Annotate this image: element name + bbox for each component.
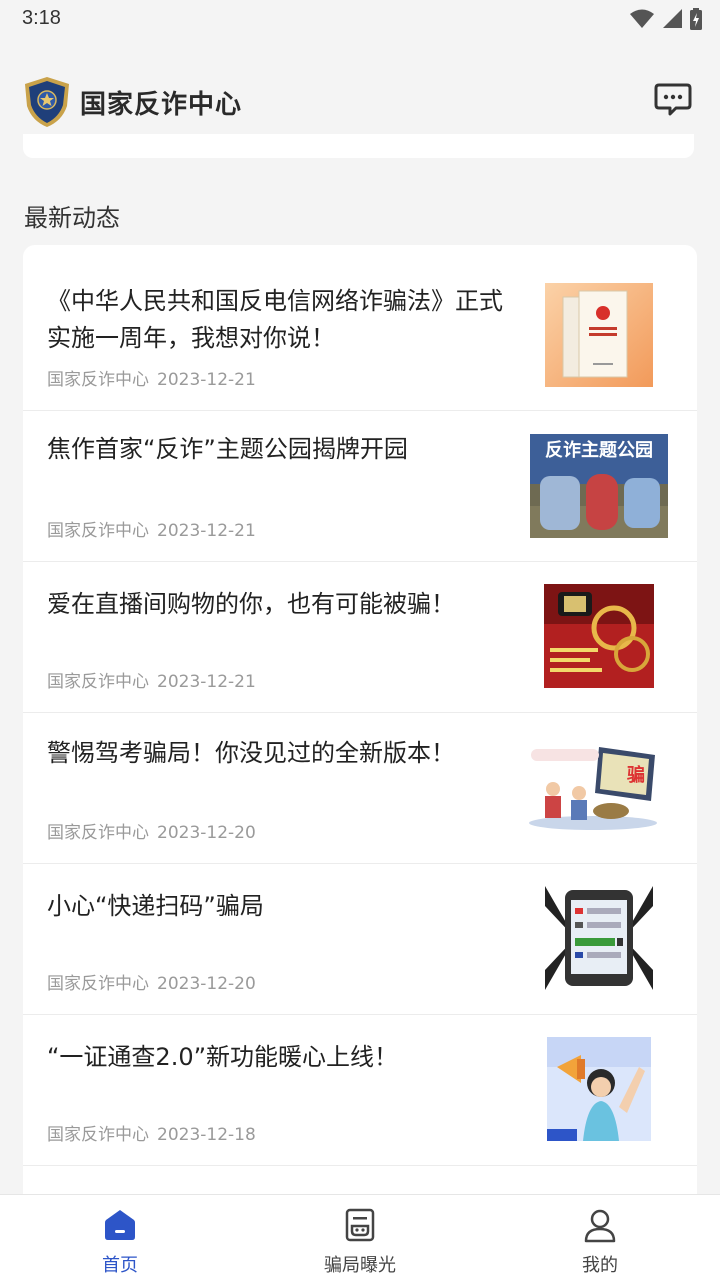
app-header: 国家反诈中心 bbox=[0, 70, 720, 132]
news-source: 国家反诈中心 bbox=[47, 672, 149, 692]
signal-icon bbox=[663, 9, 682, 28]
news-meta: 国家反诈中心 2023-12-18 bbox=[47, 1120, 256, 1145]
woman-megaphone-image bbox=[547, 1037, 651, 1141]
news-thumbnail bbox=[545, 886, 653, 990]
app-title: 国家反诈中心 bbox=[80, 90, 243, 120]
status-bar: 3:18 bbox=[0, 0, 720, 40]
battery-icon bbox=[690, 8, 702, 30]
news-date: 2023-12-21 bbox=[157, 521, 256, 541]
park-sign-text: 反诈主题公园 bbox=[545, 440, 653, 461]
news-source: 国家反诈中心 bbox=[47, 521, 149, 541]
livestream-jewelry-image bbox=[544, 584, 654, 688]
law-book-image bbox=[545, 283, 653, 387]
scam-sign-text: 骗 bbox=[627, 765, 645, 786]
news-title: 小心“快递扫码”骗局 bbox=[47, 892, 264, 920]
news-source: 国家反诈中心 bbox=[47, 974, 149, 994]
news-thumbnail: 骗 bbox=[523, 741, 663, 833]
news-meta: 国家反诈中心 2023-12-21 bbox=[47, 516, 256, 541]
news-item[interactable]: 警惕驾考骗局！你没见过的全新版本！ 国家反诈中心 2023-12-20 骗 bbox=[23, 713, 697, 864]
nav-item-profile[interactable]: 我的 bbox=[480, 1195, 720, 1280]
news-meta: 国家反诈中心 2023-12-21 bbox=[47, 365, 256, 390]
news-date: 2023-12-18 bbox=[157, 1125, 256, 1145]
news-meta: 国家反诈中心 2023-12-20 bbox=[47, 969, 256, 994]
nav-item-home[interactable]: 首页 bbox=[0, 1195, 240, 1280]
exposure-icon bbox=[345, 1208, 375, 1242]
news-item[interactable]: 爱在直播间购物的你，也有可能被骗！ 国家反诈中心 2023-12-21 bbox=[23, 562, 697, 713]
news-source: 国家反诈中心 bbox=[47, 823, 149, 843]
section-title: 最新动态 bbox=[24, 204, 120, 232]
driving-test-scam-image bbox=[523, 741, 663, 833]
news-meta: 国家反诈中心 2023-12-20 bbox=[47, 818, 256, 843]
news-thumbnail: 反诈主题公园 bbox=[530, 434, 668, 538]
news-source: 国家反诈中心 bbox=[47, 370, 149, 390]
news-source: 国家反诈中心 bbox=[47, 1125, 149, 1145]
status-time: 3:18 bbox=[22, 7, 61, 29]
news-date: 2023-12-21 bbox=[157, 370, 256, 390]
news-thumbnail bbox=[547, 1037, 651, 1141]
news-title: 《中华人民共和国反电信网络诈骗法》正式实施一周年，我想对你说！ bbox=[47, 287, 503, 352]
user-icon bbox=[584, 1209, 616, 1243]
police-badge-icon bbox=[25, 77, 69, 127]
news-title: 警惕驾考骗局！你没见过的全新版本！ bbox=[47, 739, 455, 767]
nav-label-profile: 我的 bbox=[582, 1255, 618, 1276]
news-title: 焦作首家“反诈”主题公园揭牌开园 bbox=[47, 435, 408, 463]
news-item[interactable]: 《中华人民共和国反电信网络诈骗法》正式实施一周年，我想对你说！ 国家反诈中心 20… bbox=[23, 245, 697, 411]
news-item[interactable]: 小心“快递扫码”骗局 国家反诈中心 2023-12-20 bbox=[23, 864, 697, 1015]
nav-label-home: 首页 bbox=[102, 1255, 138, 1276]
bottom-nav: 首页 骗局曝光 我的 bbox=[0, 1194, 720, 1280]
news-date: 2023-12-20 bbox=[157, 974, 256, 994]
news-item[interactable]: 焦作首家“反诈”主题公园揭牌开园 国家反诈中心 2023-12-21 反诈主题公园 bbox=[23, 411, 697, 562]
news-date: 2023-12-20 bbox=[157, 823, 256, 843]
wifi-icon bbox=[630, 9, 654, 28]
phone-scan-image bbox=[545, 886, 653, 990]
home-icon bbox=[105, 1210, 135, 1240]
status-icons bbox=[630, 8, 702, 30]
news-item[interactable]: “一证通查2.0”新功能暖心上线！ 国家反诈中心 2023-12-18 bbox=[23, 1015, 697, 1166]
news-thumbnail bbox=[544, 584, 654, 688]
news-title: “一证通查2.0”新功能暖心上线！ bbox=[47, 1043, 399, 1071]
banner-card[interactable] bbox=[23, 134, 694, 158]
nav-label-exposure: 骗局曝光 bbox=[324, 1255, 396, 1276]
news-date: 2023-12-21 bbox=[157, 672, 256, 692]
news-title: 爱在直播间购物的你，也有可能被骗！ bbox=[47, 590, 455, 618]
news-list: 《中华人民共和国反电信网络诈骗法》正式实施一周年，我想对你说！ 国家反诈中心 20… bbox=[23, 245, 697, 1205]
chat-icon[interactable] bbox=[654, 82, 692, 118]
news-meta: 国家反诈中心 2023-12-21 bbox=[47, 667, 256, 692]
news-thumbnail bbox=[545, 283, 653, 387]
nav-item-exposure[interactable]: 骗局曝光 bbox=[240, 1195, 480, 1280]
